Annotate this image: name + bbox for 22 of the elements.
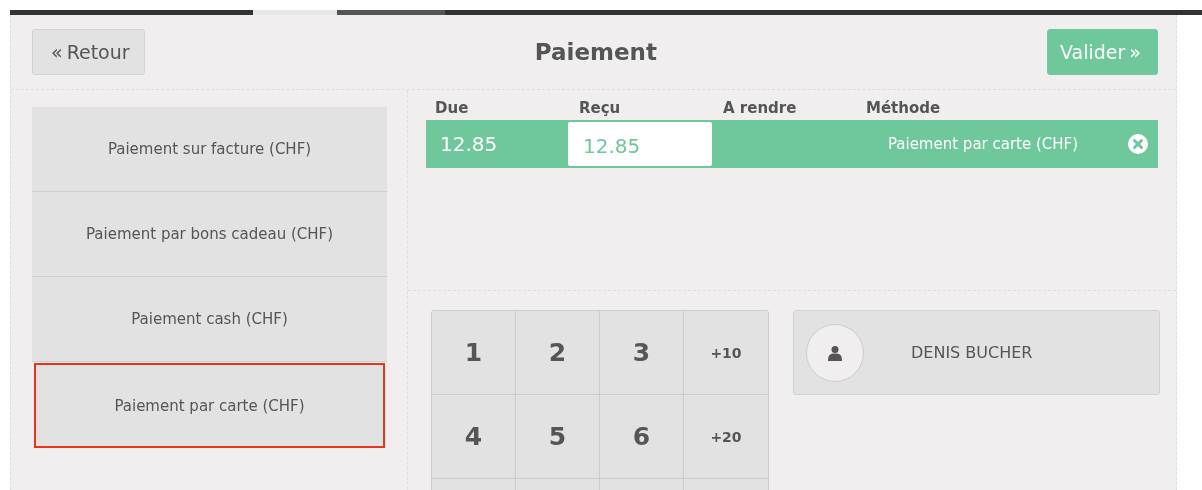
column-header: A rendre <box>723 98 798 119</box>
due-amount: 12.85 <box>439 132 499 156</box>
column-header: Due <box>435 98 470 119</box>
numpad-key[interactable]: 1 <box>432 311 516 395</box>
payment-method-item[interactable]: Paiement cash (CHF) <box>32 277 387 362</box>
numpad-key[interactable]: 6 <box>600 395 684 479</box>
numpad-key[interactable]: 2 <box>516 311 600 395</box>
payment-method-label: Paiement par carte (CHF) <box>886 135 1080 153</box>
numpad-key[interactable]: 4 <box>432 395 516 479</box>
numpad-key[interactable]: 3 <box>600 311 684 395</box>
payment-method-item[interactable]: Paiement sur facture (CHF) <box>32 107 387 192</box>
column-header: Reçu <box>579 98 622 119</box>
delete-icon[interactable] <box>1128 134 1148 154</box>
customer-button[interactable]: DENIS BUCHER <box>793 310 1160 395</box>
payment-method-item[interactable]: Paiement par bons cadeau (CHF) <box>32 192 387 277</box>
back-button[interactable]: « Retour <box>32 29 145 75</box>
column-header: Méthode <box>866 98 942 119</box>
screen-title: Paiement <box>534 39 657 65</box>
numpad-key[interactable]: 5 <box>516 395 600 479</box>
numpad-key[interactable]: +10 <box>684 311 768 395</box>
person-icon <box>827 344 843 361</box>
payment-method-item[interactable]: Paiement par carte (CHF) <box>34 363 385 448</box>
